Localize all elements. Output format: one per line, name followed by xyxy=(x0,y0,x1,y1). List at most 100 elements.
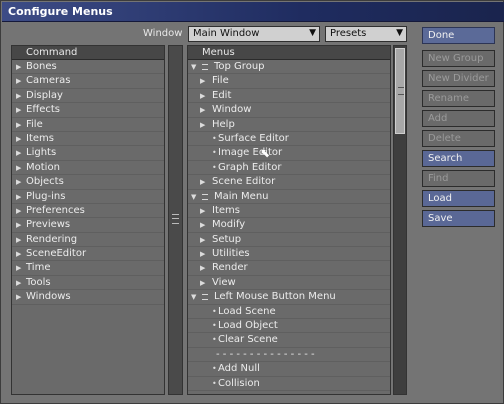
menu-divider[interactable]: - - - - - - - - - - - - - - - xyxy=(188,348,390,363)
new-divider-button[interactable]: New Divider xyxy=(422,70,495,87)
menu-item[interactable]: • Graph Editor xyxy=(188,161,390,176)
command-item-label: Lights xyxy=(26,147,57,159)
menu-item[interactable]: ▶ Setup xyxy=(188,233,390,248)
triangle-right-icon: ▶ xyxy=(200,278,206,287)
delete-button[interactable]: Delete xyxy=(422,130,495,147)
command-item[interactable]: ▶ Bones xyxy=(12,60,164,75)
menu-item[interactable]: ▶ Window xyxy=(188,103,390,118)
command-item[interactable]: ▶ Preferences xyxy=(12,204,164,219)
window-select-value: Main Window xyxy=(193,28,260,39)
rename-button[interactable]: Rename xyxy=(422,90,495,107)
triangle-down-icon: ▼ xyxy=(191,192,197,201)
bullet-icon: • xyxy=(212,133,217,143)
triangle-right-icon: ▶ xyxy=(200,235,206,244)
menu-item[interactable]: ▶ Edit xyxy=(188,89,390,104)
grip-icon xyxy=(398,87,404,95)
triangle-right-icon: ▶ xyxy=(200,120,206,129)
load-button[interactable]: Load xyxy=(422,190,495,207)
command-item[interactable]: ▶ Windows xyxy=(12,290,164,305)
command-item[interactable]: ▶ Lights xyxy=(12,146,164,161)
menu-item[interactable]: • Add Null xyxy=(188,362,390,377)
command-item[interactable]: ▶ Cameras xyxy=(12,74,164,89)
menu-item[interactable]: ▼ Left Mouse Button Menu xyxy=(188,290,390,305)
menu-item-label: Surface Editor xyxy=(218,132,289,144)
search-button[interactable]: Search xyxy=(422,150,495,167)
menu-item[interactable]: ▼ Top Group xyxy=(188,60,390,75)
triangle-down-icon: ▼ xyxy=(191,293,197,302)
new-group-button[interactable]: New Group xyxy=(422,50,495,67)
command-item-label: Previews xyxy=(26,219,71,231)
triangle-right-icon: ▶ xyxy=(200,250,206,259)
menu-item[interactable]: • Collision xyxy=(188,377,390,391)
panel-splitter[interactable] xyxy=(168,45,183,395)
menu-item-label: Main Menu xyxy=(214,190,269,202)
menu-item[interactable]: • Image Editor ⬉ xyxy=(188,146,390,161)
command-item[interactable]: ▶ Motion xyxy=(12,161,164,176)
command-item[interactable]: ▶ Rendering xyxy=(12,233,164,248)
window-select[interactable]: Main Window ▼ xyxy=(188,26,320,42)
menu-item[interactable]: ▶ Items xyxy=(188,204,390,219)
done-button[interactable]: Done xyxy=(422,27,495,44)
triangle-right-icon: ▶ xyxy=(16,221,22,230)
triangle-right-icon: ▶ xyxy=(200,178,206,187)
menu-item-label: Load Object xyxy=(218,320,278,332)
bullet-icon: • xyxy=(212,321,217,331)
command-item-label: Motion xyxy=(26,161,60,173)
menu-item[interactable]: • Surface Editor xyxy=(188,132,390,147)
command-item-label: Items xyxy=(26,132,54,144)
menu-item[interactable]: ▶ Help xyxy=(188,118,390,132)
command-item[interactable]: ▶ Display xyxy=(12,89,164,104)
command-item[interactable]: ▶ Tools xyxy=(12,276,164,291)
command-item-label: Time xyxy=(26,262,51,274)
command-item-label: Rendering xyxy=(26,233,78,245)
menu-divider-label: - - - - - - - - - - - - - - - xyxy=(216,348,315,360)
add-button[interactable]: Add xyxy=(422,110,495,127)
command-item[interactable]: ▶ Effects xyxy=(12,103,164,118)
save-button[interactable]: Save xyxy=(422,210,495,227)
triangle-right-icon: ▶ xyxy=(200,91,206,100)
menu-item-label: Items xyxy=(212,204,240,216)
group-icon xyxy=(202,64,208,70)
menus-scrollbar[interactable] xyxy=(393,45,407,395)
command-item[interactable]: ▶ Previews xyxy=(12,218,164,233)
menu-item-label: Load Scene xyxy=(218,305,276,317)
command-item[interactable]: ▶ File xyxy=(12,118,164,132)
command-item-label: Plug-ins xyxy=(26,190,66,202)
triangle-right-icon: ▶ xyxy=(16,134,22,143)
menu-item[interactable]: ▶ Utilities xyxy=(188,247,390,262)
menu-item-label: Setup xyxy=(212,233,242,245)
menu-item[interactable]: ▶ Modify xyxy=(188,218,390,233)
menu-item[interactable]: ▼ Main Menu xyxy=(188,190,390,204)
command-item[interactable]: ▶ Objects xyxy=(12,175,164,190)
scrollbar-thumb[interactable] xyxy=(395,48,405,134)
command-item[interactable]: ▶ Time xyxy=(12,261,164,276)
grip-icon xyxy=(172,214,179,224)
menu-item[interactable]: ▶ File xyxy=(188,74,390,89)
triangle-right-icon: ▶ xyxy=(16,106,22,115)
command-item[interactable]: ▶ Items xyxy=(12,132,164,147)
command-item[interactable]: ▶ Plug-ins xyxy=(12,190,164,204)
command-item[interactable]: ▶ SceneEditor xyxy=(12,247,164,262)
menu-item-label: Clear Scene xyxy=(218,334,278,346)
presets-select[interactable]: Presets ▼ xyxy=(325,26,407,42)
menu-item[interactable]: ▶ Scene Editor xyxy=(188,175,390,190)
menu-item[interactable]: ▶ Render xyxy=(188,261,390,276)
triangle-right-icon: ▶ xyxy=(200,206,206,215)
triangle-right-icon: ▶ xyxy=(200,221,206,230)
window-title: Configure Menus xyxy=(8,5,113,18)
bullet-icon: • xyxy=(212,378,217,388)
triangle-right-icon: ▶ xyxy=(16,91,22,100)
command-item-label: Objects xyxy=(26,176,64,188)
menu-item-label: Graph Editor xyxy=(218,161,282,173)
triangle-right-icon: ▶ xyxy=(16,250,22,259)
chevron-down-icon: ▼ xyxy=(396,28,403,38)
menu-item[interactable]: • Load Object xyxy=(188,319,390,334)
menu-item[interactable]: • Clear Scene xyxy=(188,333,390,348)
menu-item[interactable]: • Load Scene xyxy=(188,305,390,320)
menu-item[interactable]: ▶ View xyxy=(188,276,390,291)
find-button[interactable]: Find xyxy=(422,170,495,187)
menu-item-label: Modify xyxy=(212,219,246,231)
menu-item-label: Top Group xyxy=(214,61,265,72)
bullet-icon: • xyxy=(212,364,217,374)
command-item-label: File xyxy=(26,118,43,130)
